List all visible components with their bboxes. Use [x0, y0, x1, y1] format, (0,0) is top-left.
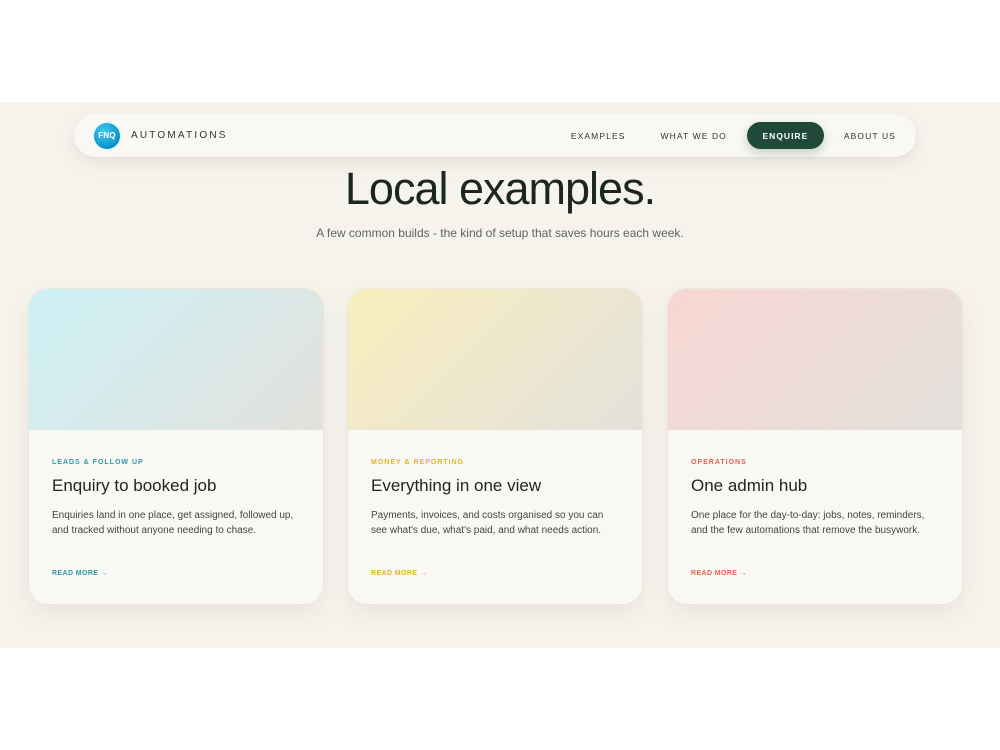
logo-text: FNQ: [98, 131, 116, 140]
example-card-leads[interactable]: LEADS & FOLLOW UP Enquiry to booked job …: [28, 288, 324, 605]
read-more-link[interactable]: READ MORE →: [691, 570, 747, 577]
nav-links: EXAMPLES WHAT WE DO ENQUIRE ABOUT US: [571, 122, 896, 149]
card-title: Everything in one view: [371, 476, 542, 495]
card-tag: MONEY & REPORTING: [371, 459, 465, 466]
top-navbar: FNQ AUTOMATIONS EXAMPLES WHAT WE DO ENQU…: [74, 114, 916, 157]
nav-link-examples[interactable]: EXAMPLES: [571, 131, 626, 141]
nav-link-about-us[interactable]: ABOUT US: [844, 131, 896, 141]
card-description: One place for the day-to-day: jobs, note…: [691, 510, 925, 536]
card-description: Payments, invoices, and costs organised …: [371, 510, 604, 536]
page-title: Local examples.: [344, 163, 656, 214]
page-subtitle: A few common builds - the kind of setup …: [316, 226, 684, 240]
card-body: LEADS & FOLLOW UP Enquiry to booked job …: [29, 459, 323, 580]
example-card-money[interactable]: MONEY & REPORTING Everything in one view…: [347, 288, 643, 605]
card-image: [668, 289, 962, 430]
card-image: [348, 289, 642, 430]
card-description: Enquiries land in one place, get assigne…: [52, 510, 294, 536]
card-body: MONEY & REPORTING Everything in one view…: [348, 459, 642, 580]
enquire-button[interactable]: ENQUIRE: [746, 122, 824, 149]
card-tag: OPERATIONS: [691, 459, 747, 466]
nav-link-what-we-do[interactable]: WHAT WE DO: [660, 131, 726, 141]
card-body: OPERATIONS One admin hub One place for t…: [668, 459, 962, 580]
card-title: Enquiry to booked job: [52, 476, 217, 495]
card-tag: LEADS & FOLLOW UP: [52, 459, 144, 466]
read-more-link[interactable]: READ MORE →: [371, 570, 427, 577]
card-title: One admin hub: [691, 476, 808, 495]
example-card-operations[interactable]: OPERATIONS One admin hub One place for t…: [667, 288, 963, 605]
card-image: [29, 289, 323, 430]
read-more-link[interactable]: READ MORE →: [52, 570, 108, 577]
logo-icon[interactable]: FNQ: [94, 122, 120, 149]
brand-name[interactable]: AUTOMATIONS: [131, 130, 228, 141]
